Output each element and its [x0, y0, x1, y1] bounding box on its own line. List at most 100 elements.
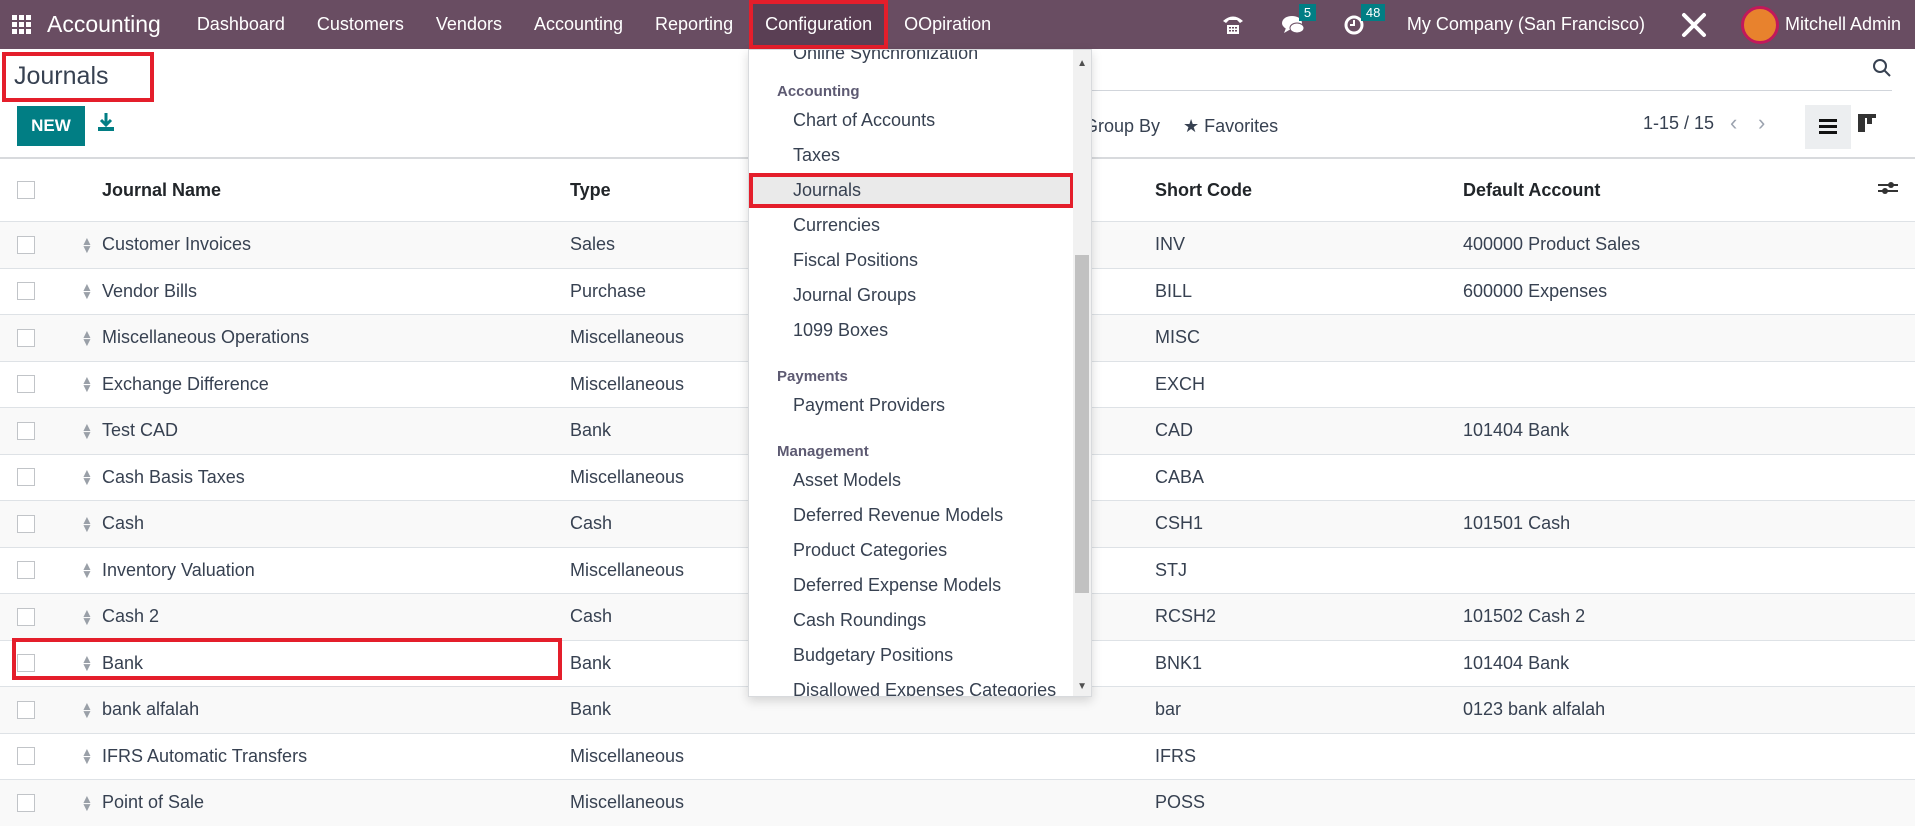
- app-name[interactable]: Accounting: [47, 11, 161, 38]
- cell-journal-name: Point of Sale: [102, 792, 205, 813]
- dropdown-item-fiscal-positions[interactable]: Fiscal Positions: [749, 243, 1074, 278]
- user-menu[interactable]: Mitchell Admin: [1785, 14, 1901, 35]
- kanban-view-button[interactable]: [1858, 114, 1876, 137]
- scroll-up-icon[interactable]: ▲: [1077, 58, 1087, 69]
- group-by-button[interactable]: Group By: [1084, 116, 1160, 137]
- row-checkbox[interactable]: [17, 375, 35, 394]
- messages-icon[interactable]: 5: [1281, 3, 1317, 36]
- row-checkbox[interactable]: [17, 468, 35, 487]
- pager-value[interactable]: 1-15 / 15: [1643, 113, 1714, 134]
- menu-reporting[interactable]: Reporting: [639, 0, 749, 49]
- dropdown-item-chart-of-accounts[interactable]: Chart of Accounts: [749, 103, 1074, 138]
- drag-handle-icon[interactable]: ▲ ▼: [81, 281, 93, 301]
- cell-type: Miscellaneous: [570, 792, 685, 813]
- cell-short-code: RCSH2: [1155, 606, 1217, 627]
- cell-journal-name: Cash: [102, 513, 145, 534]
- cell-default-account: 101404 Bank: [1463, 420, 1570, 441]
- menu-dashboard[interactable]: Dashboard: [181, 0, 301, 49]
- col-journal-name[interactable]: Journal Name: [102, 180, 221, 201]
- drag-handle-icon[interactable]: ▲ ▼: [81, 560, 93, 580]
- company-switcher[interactable]: My Company (San Francisco): [1407, 14, 1645, 35]
- dropdown-item-payment-providers[interactable]: Payment Providers: [749, 388, 1074, 423]
- search-input[interactable]: [1092, 90, 1892, 91]
- cell-journal-name: Miscellaneous Operations: [102, 327, 310, 348]
- dropdown-item-disallowed-expenses-categories[interactable]: Disallowed Expenses Categories: [749, 673, 1074, 696]
- cell-short-code: EXCH: [1155, 373, 1206, 394]
- cell-type: Purchase: [570, 280, 647, 301]
- row-checkbox[interactable]: [17, 747, 35, 766]
- dropdown-item-product-categories[interactable]: Product Categories: [749, 533, 1074, 568]
- dropdown-item-asset-models[interactable]: Asset Models: [749, 463, 1074, 498]
- row-checkbox[interactable]: [17, 514, 35, 533]
- cell-default-account: 101501 Cash: [1463, 513, 1571, 534]
- pager-next-icon[interactable]: ›: [1758, 110, 1765, 136]
- apps-menu-icon[interactable]: [12, 14, 32, 35]
- drag-handle-icon[interactable]: ▲ ▼: [81, 421, 93, 441]
- drag-handle-icon[interactable]: ▲ ▼: [81, 746, 93, 766]
- select-all-checkbox[interactable]: [17, 181, 35, 199]
- list-icon: [1819, 119, 1837, 134]
- row-checkbox[interactable]: [17, 607, 35, 626]
- col-default-account[interactable]: Default Account: [1463, 180, 1600, 201]
- cell-type: Cash: [570, 513, 613, 534]
- row-checkbox[interactable]: [17, 700, 35, 719]
- search-icon[interactable]: [1872, 58, 1892, 84]
- menu-oopiration[interactable]: OOpiration: [888, 0, 1007, 49]
- dropdown-section-header: Accounting: [777, 83, 860, 100]
- dropdown-item-1099-boxes[interactable]: 1099 Boxes: [749, 313, 1074, 348]
- row-checkbox[interactable]: [17, 793, 35, 812]
- avatar[interactable]: [1740, 5, 1779, 44]
- scroll-down-icon[interactable]: ▼: [1077, 681, 1087, 692]
- menu-configuration[interactable]: Configuration: [749, 0, 889, 49]
- drag-handle-icon[interactable]: ▲ ▼: [81, 235, 93, 255]
- drag-handle-icon[interactable]: ▲ ▼: [81, 793, 93, 813]
- cell-default-account: 0123 bank alfalah: [1463, 699, 1606, 720]
- dropdown-item-currencies[interactable]: Currencies: [749, 208, 1074, 243]
- row-checkbox[interactable]: [17, 421, 35, 440]
- table-row[interactable]: ▲ ▼ Point of Sale Miscellaneous POSS: [0, 779, 1915, 826]
- dropdown-scrollbar[interactable]: ▲ ▼: [1073, 50, 1091, 696]
- messages-badge: 5: [1298, 3, 1317, 21]
- list-view-button[interactable]: [1805, 105, 1851, 149]
- dropdown-scrollbar-thumb[interactable]: [1075, 255, 1089, 593]
- table-row[interactable]: ▲ ▼ IFRS Automatic Transfers Miscellaneous I…: [0, 732, 1915, 780]
- menu-vendors[interactable]: Vendors: [420, 0, 518, 49]
- cell-type: Bank: [570, 699, 612, 720]
- new-button[interactable]: NEW: [17, 106, 85, 146]
- dropdown-item-online-synchronization[interactable]: Online Synchronization: [749, 50, 1074, 71]
- menu-customers[interactable]: Customers: [301, 0, 420, 49]
- cell-journal-name: Exchange Difference: [102, 373, 269, 394]
- drag-handle-icon[interactable]: ▲ ▼: [81, 700, 93, 720]
- pager-previous-icon[interactable]: ‹: [1730, 110, 1737, 136]
- drag-handle-icon[interactable]: ▲ ▼: [81, 514, 93, 534]
- row-checkbox[interactable]: [17, 328, 35, 347]
- col-type[interactable]: Type: [570, 180, 611, 201]
- cell-short-code: STJ: [1155, 559, 1188, 580]
- drag-handle-icon[interactable]: ▲ ▼: [81, 374, 93, 394]
- cell-journal-name: Cash 2: [102, 606, 160, 627]
- row-checkbox[interactable]: [17, 561, 35, 580]
- optional-columns-icon[interactable]: [1878, 179, 1898, 202]
- dropdown-item-taxes[interactable]: Taxes: [749, 138, 1074, 173]
- dropdown-item-journals[interactable]: Journals: [749, 173, 1074, 208]
- row-checkbox[interactable]: [17, 235, 35, 254]
- dropdown-item-journal-groups[interactable]: Journal Groups: [749, 278, 1074, 313]
- drag-handle-icon[interactable]: ▲ ▼: [81, 607, 93, 627]
- dropdown-item-cash-roundings[interactable]: Cash Roundings: [749, 603, 1074, 638]
- phone-icon[interactable]: [1221, 14, 1245, 36]
- cell-short-code: bar: [1155, 699, 1182, 720]
- row-checkbox[interactable]: [17, 282, 35, 301]
- dropdown-item-budgetary-positions[interactable]: Budgetary Positions: [749, 638, 1074, 673]
- dropdown-item-deferred-revenue-models[interactable]: Deferred Revenue Models: [749, 498, 1074, 533]
- cell-short-code: CAD: [1155, 420, 1194, 441]
- tools-icon[interactable]: [1681, 12, 1707, 38]
- cell-default-account: 101502 Cash 2: [1463, 606, 1586, 627]
- activities-icon[interactable]: 48: [1343, 3, 1386, 36]
- drag-handle-icon[interactable]: ▲ ▼: [81, 467, 93, 487]
- col-short-code[interactable]: Short Code: [1155, 180, 1252, 201]
- download-icon[interactable]: [97, 112, 115, 134]
- drag-handle-icon[interactable]: ▲ ▼: [81, 328, 93, 348]
- dropdown-item-deferred-expense-models[interactable]: Deferred Expense Models: [749, 568, 1074, 603]
- favorites-button[interactable]: ★ Favorites: [1183, 116, 1278, 137]
- menu-accounting[interactable]: Accounting: [518, 0, 639, 49]
